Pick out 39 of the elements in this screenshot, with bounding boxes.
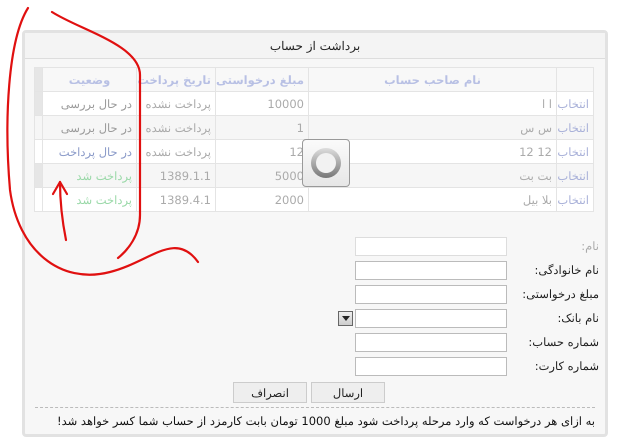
column-header: مبلغ درخواستی <box>216 72 304 86</box>
field-label: نام: <box>580 239 599 253</box>
input-field[interactable] <box>355 356 507 376</box>
input-field[interactable] <box>355 332 507 352</box>
field-label: شماره کارت: <box>534 359 599 373</box>
form-button[interactable]: انصراف <box>233 382 307 403</box>
ring-icon <box>310 147 342 179</box>
dropdown-field[interactable] <box>355 308 507 328</box>
form-button[interactable]: ارسال <box>311 382 385 403</box>
table-cell: 1 <box>296 120 304 134</box>
dropdown-button[interactable] <box>338 310 353 326</box>
table-cell: 1389.4.1 <box>160 192 211 206</box>
table-cell: 10000 <box>267 96 304 110</box>
fee-note: به ازای هر درخواست که وارد مرحله پرداخت شود مبلغ 1000 تومان بابت کارمزد از حساب شما کسر خواهد شد! <box>35 407 595 428</box>
status-text: در حال بررسی <box>60 96 132 110</box>
status-text: پرداخت شد <box>76 192 132 206</box>
input-field[interactable] <box>355 284 507 304</box>
status-text: پرداخت شد <box>76 168 132 182</box>
table-cell: پرداخت نشده <box>146 96 211 110</box>
table-cell: بت بت <box>519 168 552 182</box>
table-cell: پرداخت نشده <box>146 144 211 158</box>
column-header: وضعیت <box>68 72 110 86</box>
status-text: در حال بررسی <box>60 120 132 134</box>
window-title: برداشت از حساب <box>270 38 360 52</box>
field-label: نام بانک: <box>556 311 599 325</box>
field-label: شماره حساب: <box>527 335 599 349</box>
caret-icon <box>342 316 350 320</box>
field-label: نام خانوادگی: <box>534 263 599 277</box>
table-cell: پرداخت نشده <box>146 120 211 134</box>
field-label: مبلغ درخواستی: <box>521 287 599 301</box>
input-field[interactable] <box>355 260 507 280</box>
table-cell: 2000 <box>274 192 304 206</box>
table-cell: ا ا <box>542 96 552 110</box>
table-cell: 1389.1.1 <box>160 168 211 182</box>
table-cell: س س <box>520 120 552 134</box>
table-cell: بلا بیل <box>522 192 552 206</box>
column-header: نام صاحب حساب <box>384 72 481 86</box>
table-cell: 12 12 <box>519 144 552 158</box>
status-text: در حال پرداخت <box>58 144 132 158</box>
